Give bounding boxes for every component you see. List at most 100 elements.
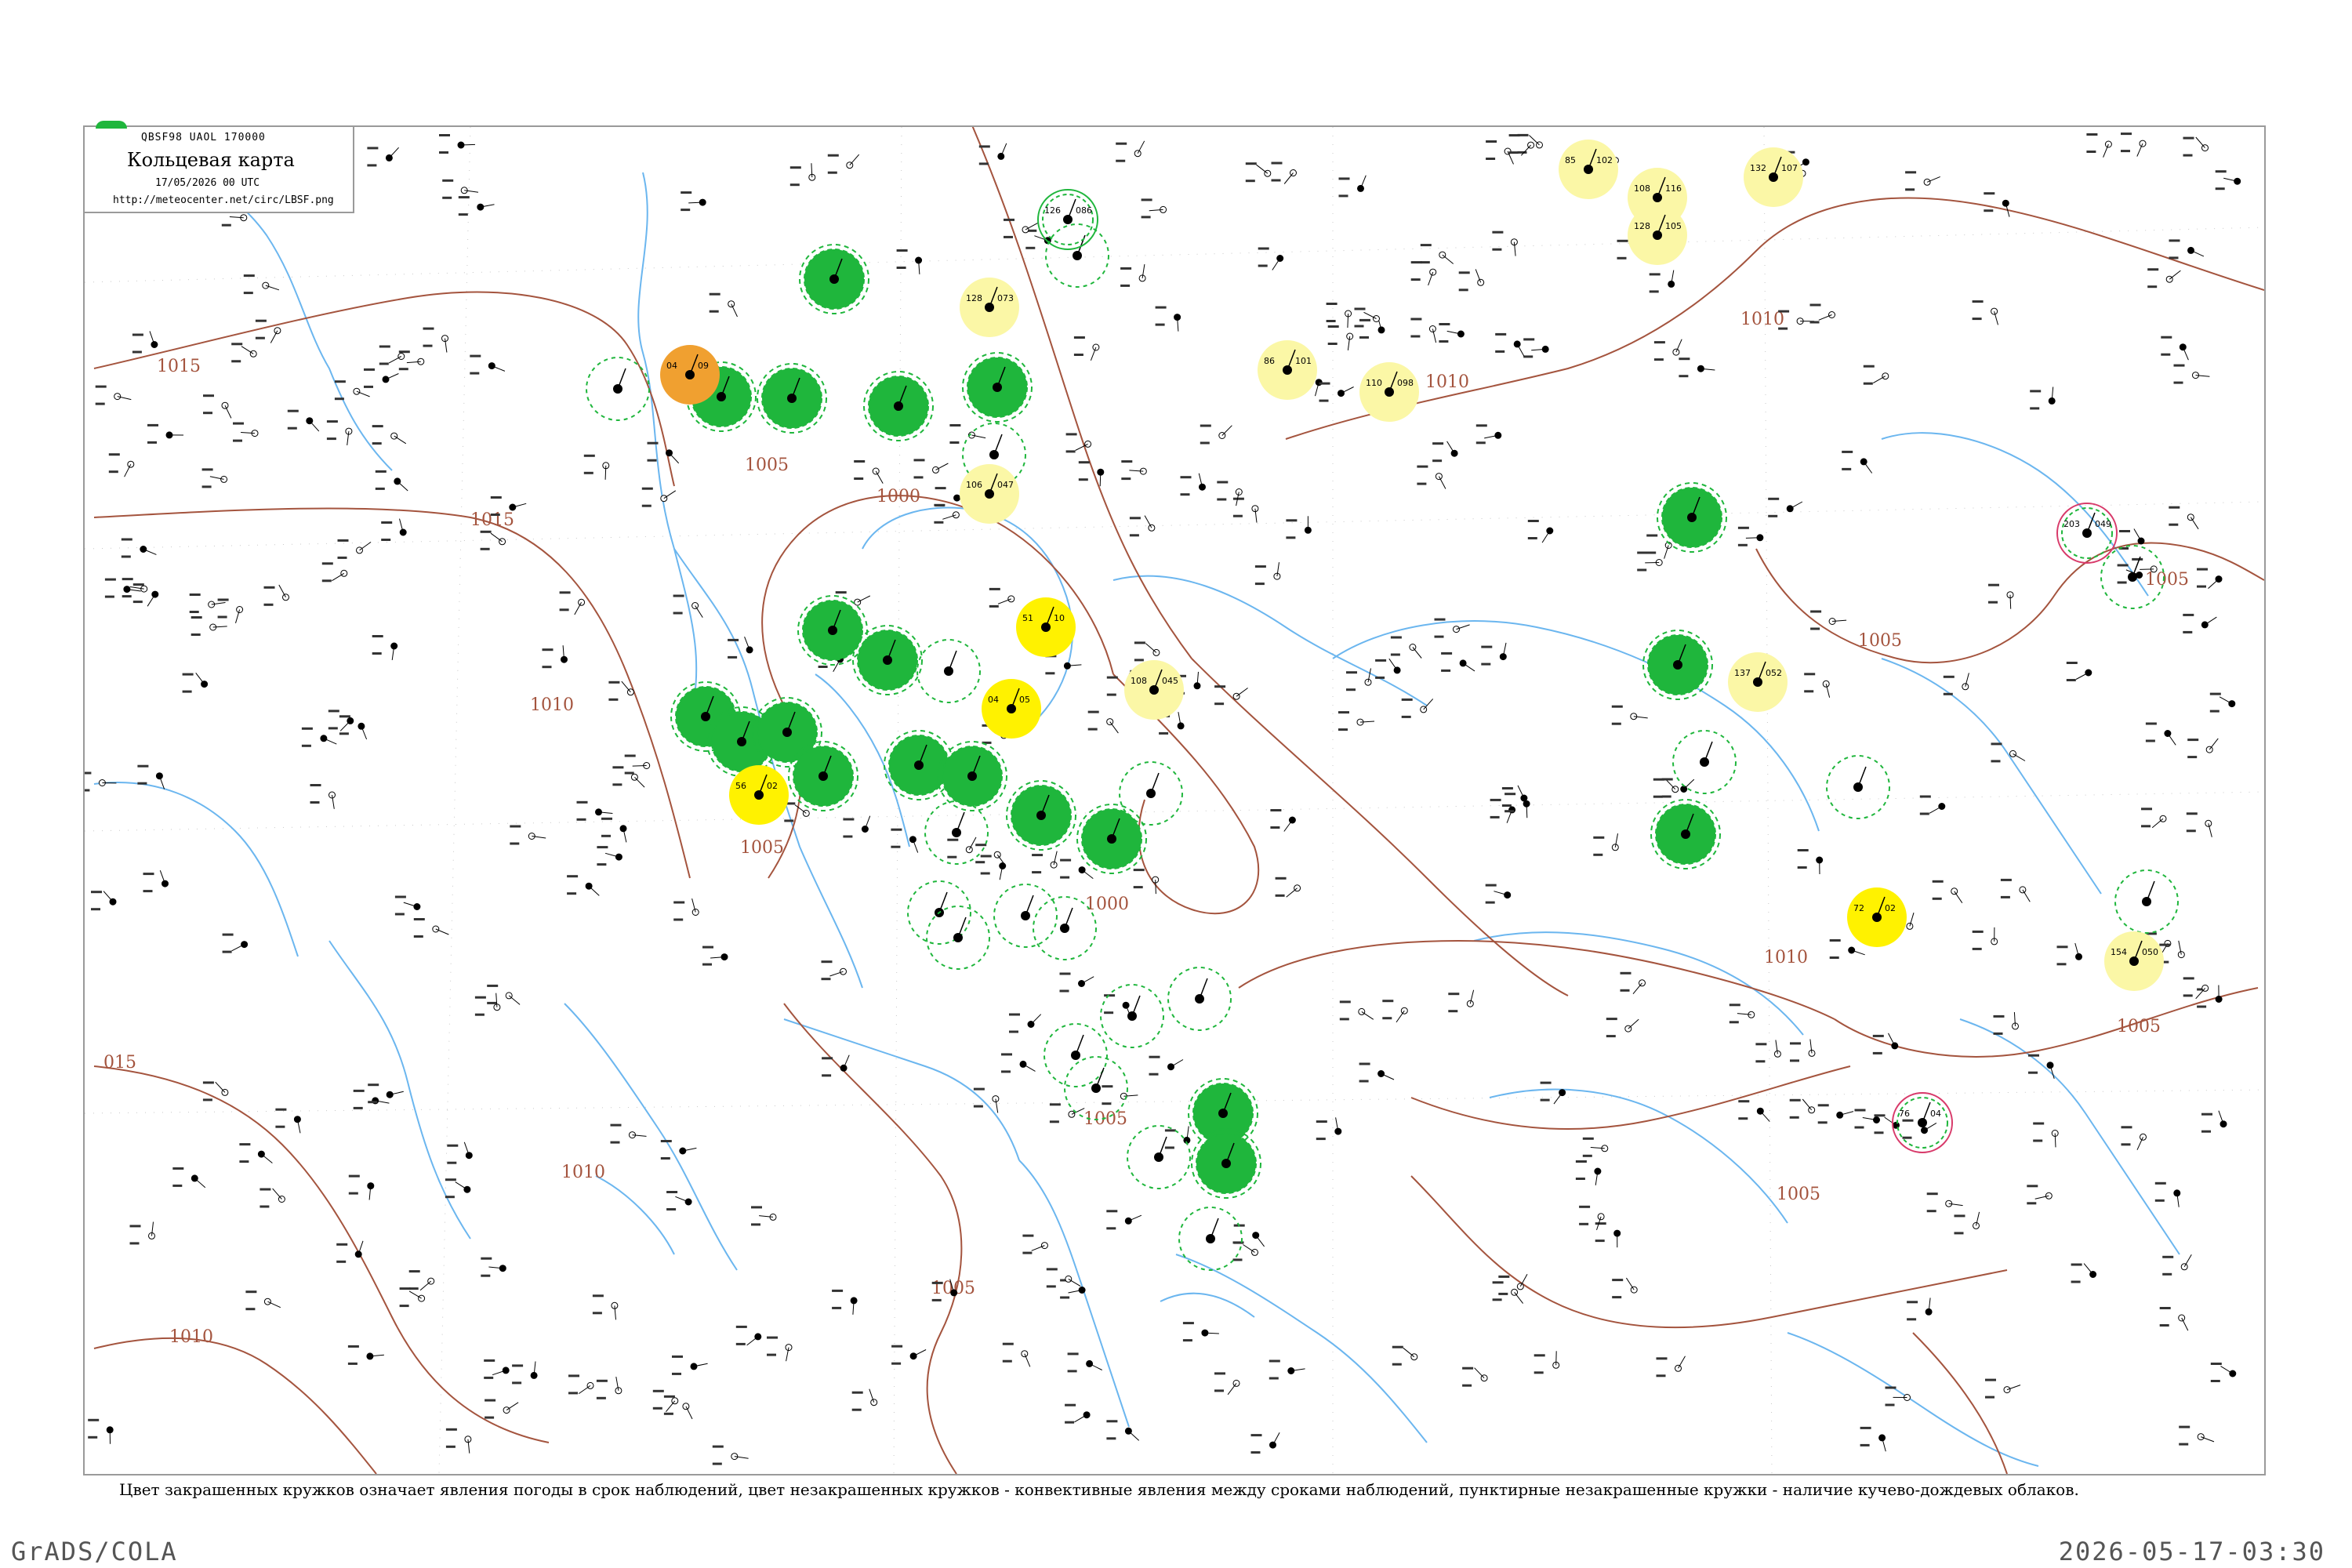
wind-barb-icon: [1210, 1218, 1219, 1240]
wind-barb-icon: [1272, 1432, 1280, 1446]
station-value-mark: [1217, 481, 1229, 484]
station-convective-ring[interactable]: [1119, 761, 1183, 826]
station-convective-ring[interactable]: [1178, 1207, 1243, 1271]
station-value-mark: [2086, 133, 2098, 136]
station-value-mark: [1593, 836, 1605, 839]
station-value-mark: [2215, 170, 2227, 173]
station-value-mark: [367, 164, 377, 167]
station-light-yellow[interactable]: 128 105: [1628, 205, 1687, 265]
station-value-mark: [681, 191, 692, 194]
station-value-mark: [484, 1359, 495, 1362]
station-value-mark: [896, 249, 908, 252]
station-value-mark: [854, 460, 866, 463]
station-convective-ring[interactable]: [1826, 755, 1890, 819]
station-pressure: 126: [1044, 205, 1061, 216]
station-yellow[interactable]: 56 02: [729, 765, 789, 825]
station-light-yellow[interactable]: 108 045: [1124, 660, 1184, 720]
weather-map[interactable]: 1015 1015 1010 1005 1000 1005 1000 1005 …: [0, 0, 2352, 1568]
station-value-mark: [328, 710, 339, 713]
wind-barb-icon: [1272, 258, 1281, 270]
station-weather-green[interactable]: [1657, 482, 1727, 553]
station-value-mark: [818, 666, 828, 668]
wind-barb-icon: [1150, 772, 1160, 794]
station-value-mark: [709, 292, 720, 296]
station-value-mark: [1817, 1104, 1829, 1107]
station-value-mark: [470, 372, 480, 375]
station-weather-green[interactable]: [1642, 630, 1713, 700]
station-convective-ring[interactable]: [1167, 967, 1232, 1031]
station-convective-ring[interactable]: [1100, 984, 1164, 1048]
station-value-mark: [1993, 1014, 2005, 1018]
station-value-mark: [1646, 551, 1657, 554]
station-weather-green[interactable]: [797, 595, 868, 666]
station-value-mark: [1200, 441, 1210, 445]
station-convective-ring[interactable]: [1127, 1125, 1191, 1189]
station-value-mark: [1985, 1396, 1994, 1399]
station-ring-magenta[interactable]: 76 04: [1892, 1092, 1953, 1153]
station-weather-green[interactable]: [937, 741, 1007, 811]
station-value-mark: [2187, 739, 2199, 742]
station-convective-ring[interactable]: [2114, 869, 2179, 934]
wind-barb-icon: [419, 1280, 432, 1291]
station-weather-green[interactable]: [962, 352, 1033, 423]
station-value-mark: [1067, 1370, 1077, 1373]
station-value-mark: [2154, 1199, 2165, 1202]
station-weather-green[interactable]: [1076, 804, 1147, 874]
station-weather-green[interactable]: [757, 363, 827, 434]
station-value-mark: [851, 1391, 863, 1394]
station-weather-green[interactable]: [799, 244, 869, 314]
isobar-label: 1005: [2117, 1017, 2161, 1036]
station-yellow[interactable]: 72 02: [1847, 887, 1907, 947]
station-weather-green[interactable]: [863, 371, 934, 441]
station-convective-ring[interactable]: [1045, 223, 1109, 288]
station-convective-ring[interactable]: [924, 800, 989, 865]
station-pressure: 108: [1634, 183, 1650, 194]
station-value-mark: [263, 603, 274, 606]
station-pressure: 76: [1899, 1109, 1910, 1119]
wind-barb-icon: [1109, 721, 1119, 734]
wind-barb-icon: [1025, 222, 1039, 230]
station-yellow[interactable]: 51 10: [1016, 597, 1076, 657]
wind-barb-icon: [1438, 476, 1446, 489]
station-weather-green[interactable]: [852, 625, 923, 695]
station-weather-green[interactable]: [1191, 1128, 1261, 1199]
station-weather-green[interactable]: [1650, 799, 1721, 869]
station-value-mark: [1737, 526, 1749, 529]
station-light-yellow[interactable]: 132 107: [1744, 147, 1803, 207]
station-ring-green[interactable]: 126 086: [1037, 189, 1098, 250]
station-convective-ring[interactable]: [916, 639, 981, 703]
station-weather-green[interactable]: [1006, 780, 1076, 851]
station-yellow[interactable]: 04 05: [982, 679, 1041, 739]
station-value-mark: [980, 855, 992, 858]
station-light-yellow[interactable]: 85 102: [1559, 140, 1618, 199]
station-convective-ring[interactable]: [993, 884, 1058, 948]
station-value-mark: [583, 471, 593, 474]
featured-stations[interactable]: 126 086 128 073 106 047 85 102 108 116 128 105 132 10…: [586, 140, 2179, 1271]
map-url[interactable]: http://meteocenter.net/circ/LBSF.png: [113, 194, 334, 206]
station-value-mark: [1382, 1017, 1392, 1020]
station-value-mark: [217, 598, 229, 601]
station-value-mark: [980, 872, 990, 875]
wind-barb-icon: [1064, 907, 1073, 929]
station-convective-ring[interactable]: [1672, 730, 1737, 794]
station-value-mark: [368, 1101, 378, 1104]
station-light-yellow[interactable]: 86 101: [1258, 340, 1317, 400]
station-weather-green[interactable]: [884, 730, 954, 800]
station-pressure: 132: [1750, 163, 1766, 173]
station-value-mark: [1804, 690, 1814, 693]
station-value-mark: [1919, 812, 1929, 815]
station-value-mark: [1540, 1081, 1552, 1084]
station-value-mark: [399, 1287, 411, 1290]
station-orange[interactable]: 04 09: [660, 345, 720, 405]
station-value-mark: [2173, 381, 2183, 384]
station-light-yellow[interactable]: 154 050: [2104, 931, 2164, 991]
wind-barb-icon: [506, 1402, 519, 1411]
station-light-yellow[interactable]: 110 098: [1359, 362, 1419, 422]
station-convective-ring[interactable]: [1044, 1023, 1108, 1087]
station-light-yellow[interactable]: 128 073: [960, 278, 1019, 337]
station-value-mark: [1410, 261, 1422, 264]
wind-barb-icon: [1517, 785, 1525, 799]
station-light-yellow[interactable]: 137 052: [1728, 652, 1788, 712]
station-value-mark: [1410, 335, 1421, 338]
station-light-yellow[interactable]: 106 047: [960, 464, 1019, 524]
